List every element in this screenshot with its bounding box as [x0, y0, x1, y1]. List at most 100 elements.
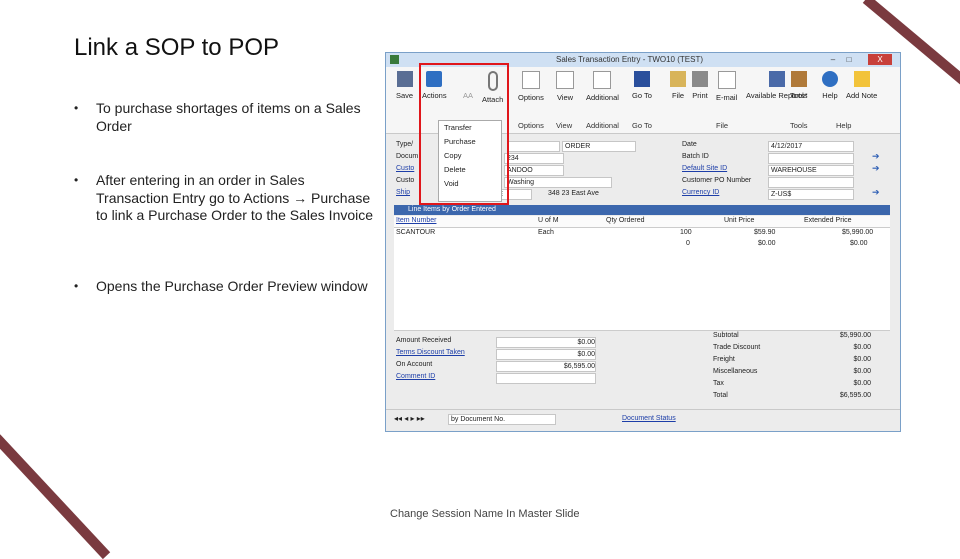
column-uom: U of M: [538, 217, 559, 224]
expand-arrow-icon[interactable]: ➔: [872, 187, 880, 198]
additional-icon: [593, 71, 612, 89]
bullet-item: • To purchase shortages of items on a Sal…: [74, 100, 374, 135]
batch-id-field[interactable]: [768, 153, 854, 164]
ribbon-group-goto: Go To: [632, 121, 652, 130]
record-navigation-icon[interactable]: ◂◂ ◂ ▸ ▸▸: [394, 414, 425, 423]
ribbon-group-file: File: [716, 121, 729, 130]
totals-row: Trade Discount $0.00: [711, 343, 877, 354]
document-number-field[interactable]: 234: [504, 153, 564, 164]
app-icon: [390, 55, 399, 64]
sort-select[interactable]: by Document No.: [448, 414, 556, 425]
row-unit-price: $0.00: [758, 240, 776, 247]
type-prefix-field[interactable]: [508, 141, 560, 152]
column-item-number[interactable]: Item Number: [396, 217, 436, 224]
tools-button[interactable]: Tools: [790, 71, 808, 100]
maximize-button[interactable]: □: [842, 54, 856, 65]
totals-row: Subtotal $5,990.00: [711, 331, 877, 342]
on-account-field[interactable]: $6,595.00: [496, 361, 596, 372]
expand-arrow-icon[interactable]: ➔: [872, 151, 880, 162]
reports-icon: [768, 71, 785, 87]
freight-value: $0.00: [853, 356, 871, 363]
close-button[interactable]: X: [868, 54, 892, 65]
ribbon-group-options: Options: [518, 121, 544, 130]
column-extended-price: Extended Price: [804, 217, 852, 224]
add-note-button[interactable]: Add Note: [846, 71, 877, 100]
customer-name-label: Custo: [396, 177, 415, 184]
total-label: Total: [713, 392, 728, 399]
minimize-button[interactable]: –: [826, 54, 840, 65]
freight-label: Freight: [713, 356, 735, 363]
totals-row: Tax $0.00: [711, 379, 877, 390]
bullet-dot: •: [74, 173, 79, 187]
email-icon: [717, 71, 736, 89]
date-label: Date: [682, 141, 697, 148]
trade-discount-label: Trade Discount: [713, 344, 761, 351]
goto-icon: [633, 71, 650, 87]
sales-transaction-window: Sales Transaction Entry - TWO10 (TEST) –…: [385, 52, 901, 432]
actions-highlight-box: [419, 63, 509, 205]
ship-to-label[interactable]: Ship: [396, 189, 410, 196]
view-label: View: [556, 93, 574, 102]
grid-empty-area[interactable]: [394, 250, 890, 331]
printer-icon: [692, 71, 708, 87]
tools-label: Tools: [790, 91, 808, 100]
bullet-dot: •: [74, 279, 79, 293]
file-button[interactable]: File: [670, 71, 686, 100]
tools-icon: [790, 71, 807, 87]
total-value: $6,595.00: [839, 392, 871, 399]
amount-received-field[interactable]: $0.00: [496, 337, 596, 348]
type-field[interactable]: ORDER: [562, 141, 636, 152]
row-item: SCANTOUR: [396, 229, 436, 236]
currency-id-field[interactable]: Z-US$: [768, 189, 854, 200]
options-icon: [521, 71, 540, 89]
document-number-label: Docum: [396, 153, 419, 160]
bullet-text: To purchase shortages of items on a Sale…: [96, 100, 361, 134]
row-extended: $0.00: [850, 240, 868, 247]
comment-id-field[interactable]: [496, 373, 596, 384]
customer-name-field[interactable]: Washing: [504, 177, 612, 188]
email-label: E-mail: [716, 93, 738, 102]
email-button[interactable]: E-mail: [716, 71, 737, 102]
terms-discount-field[interactable]: $0.00: [496, 349, 596, 360]
expand-arrow-icon[interactable]: ➔: [872, 163, 880, 174]
slide-footer: Change Session Name In Master Slide: [390, 508, 580, 520]
comment-id-label[interactable]: Comment ID: [396, 373, 435, 380]
customer-id-field[interactable]: ANDOO: [504, 165, 564, 176]
document-status-link[interactable]: Document Status: [622, 415, 676, 422]
help-icon: [822, 71, 838, 87]
bullet-item: • Opens the Purchase Order Preview window: [74, 278, 374, 296]
row-extended: $5,990.00: [842, 229, 874, 236]
on-account-label: On Account: [396, 361, 433, 368]
view-icon: [556, 71, 574, 89]
grid-column-headers: Item Number U of M Qty Ordered Unit Pric…: [394, 216, 890, 228]
default-site-field[interactable]: WAREHOUSE: [768, 165, 854, 176]
ribbon-group-help: Help: [836, 121, 852, 130]
column-qty-ordered: Qty Ordered: [606, 217, 645, 224]
window-title: Sales Transaction Entry - TWO10 (TEST): [556, 55, 704, 64]
ribbon-group-additional: Additional: [586, 121, 619, 130]
tax-value: $0.00: [853, 380, 871, 387]
ship-address-text: 348 23 East Ave: [548, 190, 599, 197]
status-bar: ◂◂ ◂ ▸ ▸▸ by Document No. Document Statu…: [386, 409, 900, 430]
terms-discount-label[interactable]: Terms Discount Taken: [396, 349, 465, 356]
print-button[interactable]: Print: [692, 71, 708, 100]
options-button[interactable]: Options: [518, 71, 544, 102]
default-site-label[interactable]: Default Site ID: [682, 165, 727, 172]
totals-row: Miscellaneous $0.00: [711, 367, 877, 378]
date-field[interactable]: 4/12/2017: [768, 141, 854, 152]
help-button[interactable]: Help: [822, 71, 838, 100]
add-note-label: Add Note: [846, 91, 878, 100]
view-button[interactable]: View: [556, 71, 574, 102]
miscellaneous-label: Miscellaneous: [713, 368, 758, 375]
goto-button[interactable]: Go To: [632, 71, 652, 100]
note-icon: [853, 71, 870, 87]
row-qty: 100: [680, 229, 692, 236]
currency-id-label[interactable]: Currency ID: [682, 189, 719, 196]
tax-label: Tax: [713, 380, 724, 387]
save-button[interactable]: Save: [396, 71, 413, 100]
additional-button[interactable]: Additional: [586, 71, 619, 102]
bullet-item: • After entering in an order in Sales Tra…: [74, 172, 374, 225]
customer-po-field[interactable]: [768, 177, 854, 188]
customer-id-label[interactable]: Custo: [396, 165, 414, 172]
ribbon-group-tools: Tools: [790, 121, 808, 130]
